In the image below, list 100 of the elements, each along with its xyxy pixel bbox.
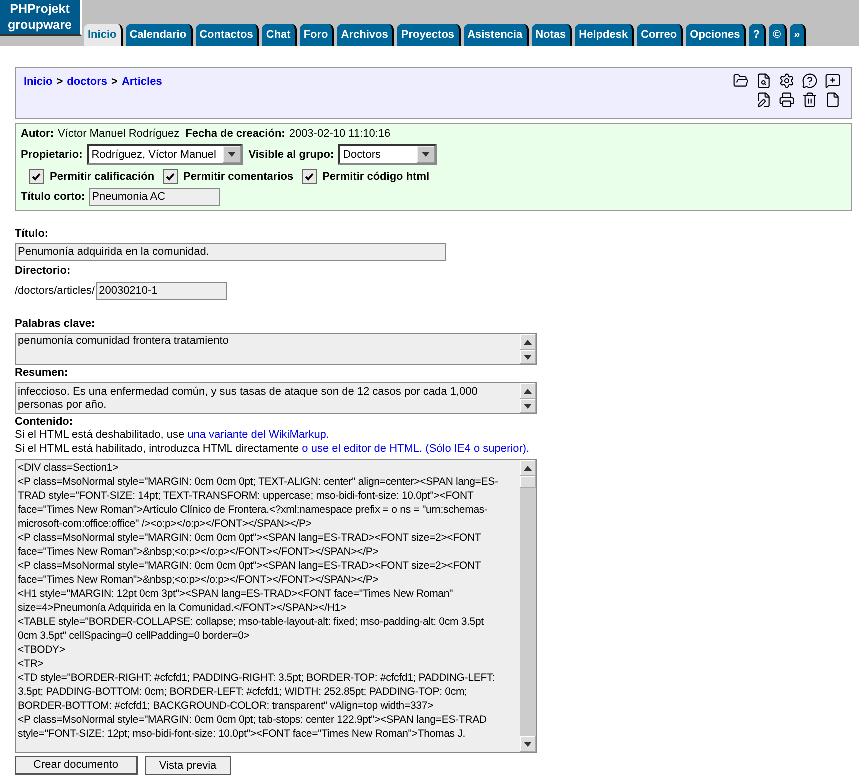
code-line: face="Times New Roman">&nbsp;<o:p></o:p></FONT></FONT></SPAN></P>: [18, 573, 380, 587]
nav-tab[interactable]: Correo: [637, 24, 684, 46]
scrollbar[interactable]: [520, 334, 536, 364]
nav-tab[interactable]: Inicio: [84, 24, 123, 46]
triangle-down-icon: [228, 152, 236, 157]
scroll-up-button[interactable]: [520, 383, 536, 399]
page-search-icon[interactable]: [756, 73, 772, 89]
code-line: <P class=MsoNormal style="MARGIN: 0cm 0cm 0pt"><SPAN lang=ES-TRAD><FONT size=2><FONT: [18, 531, 482, 545]
code-line: TRAD style="FONT-SIZE: 14pt; TEXT-TRANSFORM: uppercase; mso-bidi-font-size: 10.0pt"><FONT: [18, 489, 475, 503]
title-field[interactable]: Penumonía adquirida en la comunidad.: [15, 243, 446, 261]
checkbox[interactable]: [162, 169, 178, 184]
field-label: Contenido:: [15, 416, 74, 428]
field-label: Autor:: [21, 128, 54, 140]
trash-icon[interactable]: [802, 92, 818, 108]
short-title-field[interactable]: Pneumonia AC: [89, 188, 220, 206]
scroll-thumb[interactable]: [520, 476, 536, 488]
code-line: <TABLE style="BORDER-COLLAPSE: collapse; mso-table-layout-alt: fixed; mso-padding-alt: 0cm 3.5pt: [18, 615, 485, 629]
code-line: face="Times New Roman">Artículo Clínico de Frontera.<?xml:namespace prefix = o ns = "urn:schemas-: [18, 503, 489, 517]
nav-tab[interactable]: Notas: [532, 24, 572, 46]
nav-tab[interactable]: Foro: [300, 24, 334, 46]
code-line: <P class=MsoNormal style="MARGIN: 0cm 0cm 0pt; tab-stops: center 122.9pt"><SPAN lang=ES-TRAD: [18, 713, 488, 727]
code-line: 0cm 3.5pt" cellSpacing=0 cellPadding=0 border=0>: [18, 629, 251, 643]
code-line: BORDER-BOTTOM: #cfcfd1; BACKGROUND-COLOR: transparent" vAlign=top width=337>: [18, 699, 434, 713]
speech-bubble-question-icon[interactable]: [802, 73, 818, 89]
hint-text: Si el HTML está deshabilitado, use una variante del WikiMarkup.: [15, 428, 330, 442]
nav-tab[interactable]: Contactos: [196, 24, 260, 46]
code-line: style="FONT-SIZE: 12pt; mso-bidi-font-size: 10.0pt"><FONT face="Times New Roman">Thomas J.: [18, 727, 467, 741]
code-line: <P class=MsoNormal style="MARGIN: 0cm 0cm 0pt"><SPAN lang=ES-TRAD><FONT size=2><FONT: [18, 559, 482, 573]
nav-tab[interactable]: Asistencia: [464, 24, 529, 46]
directory-field[interactable]: 20030210-1: [96, 282, 228, 300]
triangle-down-icon: [422, 152, 430, 157]
code-line: <P class=MsoNormal style="MARGIN: 0cm 0cm 0pt; TEXT-ALIGN: center" align=center><SPAN lang=ES-: [18, 475, 500, 489]
summary-field[interactable]: infeccioso. Es una enfermedad común, y sus tasas de ataque son de 12 casos por cada 1,000 personas por año.: [15, 382, 537, 414]
checkmark-icon: [304, 172, 314, 180]
browser-note-link[interactable]: (Sólo IE4 o superior).: [426, 443, 530, 455]
code-line: <DIV class=Section1>: [18, 461, 120, 475]
field-label: Título:: [15, 228, 50, 240]
field-label: Fecha de creación:: [186, 128, 286, 140]
nav-tab[interactable]: Helpdesk: [575, 24, 634, 46]
wikimarkup-link[interactable]: una variante del WikiMarkup.: [188, 429, 330, 441]
hint-text: Si el HTML está habilitado, introduzca HTML directamente o use el editor de HTML. (Sólo IE4 o superior).: [15, 442, 531, 456]
content-editor[interactable]: [15, 459, 537, 753]
checkmark-icon: [32, 172, 41, 180]
checkbox-label: Permitir calificación: [50, 170, 155, 182]
scroll-down-button[interactable]: [520, 736, 536, 752]
code-line: <H1 style="MARGIN: 12pt 0cm 3pt"><SPAN lang=ES-TRAD><FONT face="Times New Roman": [18, 587, 454, 601]
checkbox[interactable]: [302, 169, 317, 184]
triangle-up-icon: [524, 388, 532, 394]
nav-tab[interactable]: ©: [769, 24, 788, 46]
scrollbar[interactable]: [520, 460, 536, 752]
triangle-up-icon: [524, 340, 532, 344]
code-line: 3.5pt; PADDING-BOTTOM: 0cm; BORDER-LEFT: #cfcfd1; WIDTH: 252.85pt; PADDING-TOP: 0cm;: [18, 685, 468, 699]
breadcrumb-link[interactable]: doctors: [67, 76, 108, 118]
nav-tab[interactable]: Calendario: [126, 24, 193, 46]
field-label: Propietario:: [21, 148, 83, 160]
field-label: Visible al grupo:: [248, 148, 334, 160]
scroll-down-button[interactable]: [520, 399, 536, 413]
breadcrumb-separator: >: [112, 76, 118, 90]
keywords-field[interactable]: penumonía comunidad frontera tratamiento: [15, 333, 537, 365]
speech-bubble-plus-icon[interactable]: [825, 73, 841, 89]
form-button[interactable]: Vista previa: [145, 756, 231, 775]
nav-tab[interactable]: Opciones: [686, 24, 746, 46]
dropdown-button[interactable]: [417, 146, 436, 163]
scrollbar[interactable]: [520, 383, 536, 413]
form-button[interactable]: Crear documento: [15, 756, 138, 775]
gear-icon[interactable]: [779, 73, 795, 89]
field-label: Resumen:: [15, 367, 70, 379]
code-line: <TD style="BORDER-RIGHT: #cfcfd1; PADDING-RIGHT: 3.5pt; BORDER-TOP: #cfcfd1; PADDING-LEFT:: [18, 671, 496, 685]
dropdown-button[interactable]: [222, 146, 241, 163]
field-label: Directorio:: [15, 265, 72, 277]
scroll-down-button[interactable]: [520, 350, 536, 364]
checkbox[interactable]: [29, 169, 44, 184]
nav-tab[interactable]: ?: [749, 24, 766, 46]
triangle-up-icon: [524, 466, 532, 470]
page-icon[interactable]: [825, 92, 841, 108]
folder-icon[interactable]: [733, 73, 749, 89]
code-line: <TBODY>: [18, 643, 66, 657]
directory-path: /doctors/articles/: [15, 285, 96, 297]
group-select[interactable]: Doctors: [338, 144, 438, 165]
checkbox-label: Permitir código html: [322, 170, 430, 182]
checkmark-icon: [166, 172, 175, 180]
nav-tab[interactable]: Chat: [262, 24, 297, 46]
nav-tab[interactable]: »: [790, 24, 806, 46]
field-label: Título corto:: [21, 191, 86, 203]
scroll-up-button[interactable]: [520, 460, 536, 476]
html-editor-link[interactable]: o use el editor de HTML.: [302, 443, 423, 455]
scroll-up-button[interactable]: [520, 334, 536, 350]
breadcrumb-link[interactable]: Articles: [122, 76, 162, 118]
logo[interactable]: PHProjekt groupware: [0, 0, 82, 36]
code-line: microsoft-com:office:office" /><o:p></o:p></FONT></SPAN></P>: [18, 517, 313, 531]
code-line: face="Times New Roman">&nbsp;<o:p></o:p></FONT></FONT></SPAN></P>: [18, 545, 380, 559]
code-line: <TR>: [18, 657, 45, 671]
owner-select[interactable]: Rodríguez, Víctor Manuel: [86, 144, 243, 165]
code-line: size=4>Pneumonía Adquirida en la Comunidad.</FONT></SPAN></H1>: [18, 601, 348, 615]
nav-tab[interactable]: Proyectos: [397, 24, 461, 46]
printer-icon[interactable]: [779, 92, 795, 108]
nav-tab[interactable]: Archivos: [337, 24, 394, 46]
page-edit-icon[interactable]: [756, 92, 772, 108]
breadcrumb-link[interactable]: Inicio: [24, 76, 53, 118]
triangle-down-icon: [524, 354, 532, 360]
